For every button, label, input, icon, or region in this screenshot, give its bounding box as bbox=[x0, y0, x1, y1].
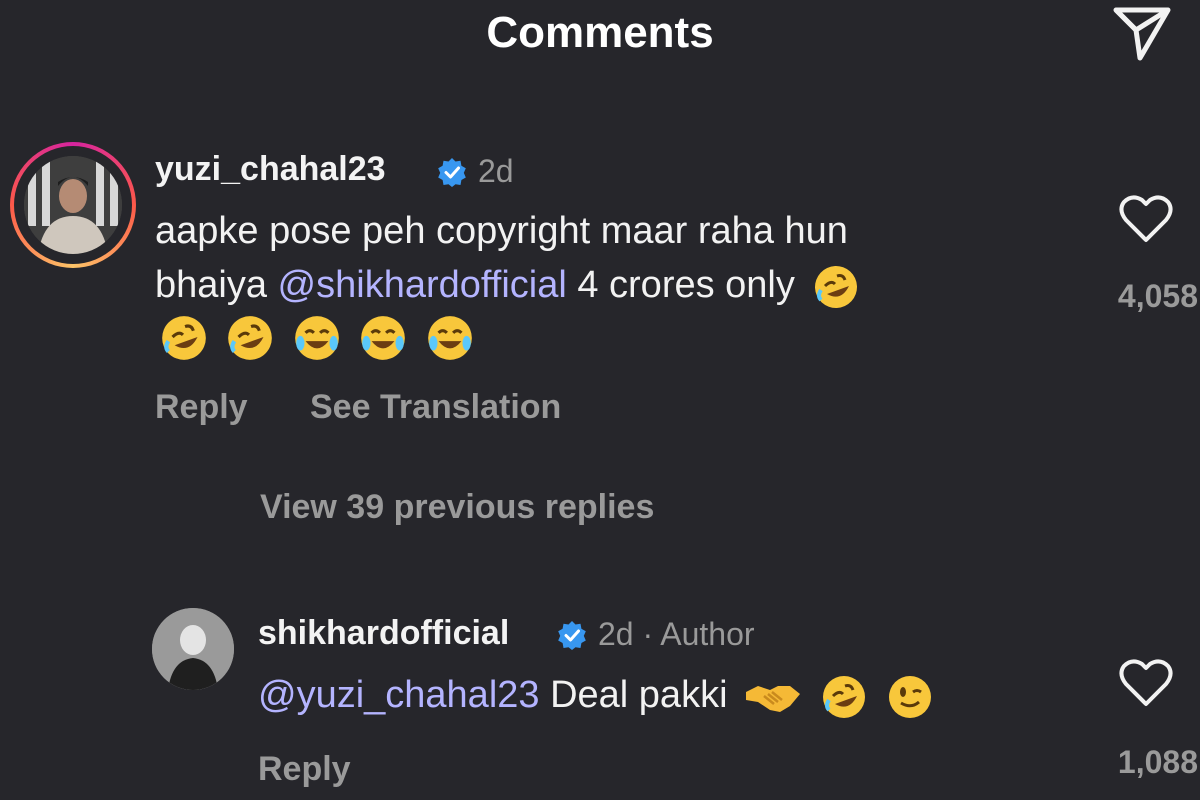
heart-icon[interactable] bbox=[1118, 658, 1174, 708]
heart-icon[interactable] bbox=[1118, 194, 1174, 244]
author-label: Author bbox=[660, 616, 755, 652]
see-translation-button[interactable]: See Translation bbox=[310, 388, 561, 427]
meta-separator: · bbox=[642, 616, 654, 652]
joy-emoji-icon bbox=[361, 316, 406, 360]
comment-text-line-1: aapke pose peh copyright maar raha hun bbox=[155, 210, 848, 252]
comment-text-line-2: bhaiya @shikhardofficial 4 crores only bbox=[155, 262, 861, 312]
mention-link[interactable]: @shikhardofficial bbox=[278, 264, 567, 306]
reply-time: 2d bbox=[598, 616, 634, 652]
rofl-emoji-icon bbox=[228, 316, 273, 360]
rofl-emoji-icon bbox=[162, 316, 206, 360]
page-title: Comments bbox=[486, 8, 714, 57]
reply-meta: 2d · Author bbox=[598, 616, 755, 653]
reply-text-body: Deal pakki bbox=[539, 674, 728, 717]
comment-username[interactable]: yuzi_chahal23 bbox=[155, 150, 386, 189]
like-count: 4,058 bbox=[1117, 278, 1198, 314]
comment-time: 2d bbox=[478, 153, 514, 189]
mention-link[interactable]: @yuzi_chahal23 bbox=[258, 674, 540, 716]
joy-emoji-icon bbox=[427, 316, 472, 360]
view-previous-replies-button[interactable]: View 39 previous replies bbox=[260, 488, 654, 527]
reply-text: @yuzi_chahal23 Deal pakki bbox=[258, 672, 935, 722]
comments-screen: Comments yuzi_chahal23 2d aapke pose peh… bbox=[0, 0, 1200, 800]
wink-emoji-icon bbox=[889, 676, 932, 718]
emoji-row bbox=[155, 312, 483, 364]
reply-username[interactable]: shikhardofficial bbox=[258, 614, 509, 653]
reply-button[interactable]: Reply bbox=[258, 750, 351, 789]
avatar[interactable] bbox=[152, 608, 234, 690]
verified-badge-icon bbox=[558, 621, 586, 650]
send-icon[interactable] bbox=[1110, 2, 1174, 64]
handshake-emoji-icon bbox=[746, 686, 801, 712]
rofl-emoji-icon bbox=[815, 266, 858, 308]
rofl-emoji-icon bbox=[822, 676, 865, 718]
comment-text: bhaiya bbox=[155, 264, 278, 307]
joy-emoji-icon bbox=[295, 316, 339, 360]
reply-button[interactable]: Reply bbox=[155, 388, 248, 427]
like-count: 1,088 bbox=[1117, 744, 1198, 780]
comment-text: 4 crores only bbox=[566, 264, 795, 307]
avatar[interactable] bbox=[24, 156, 122, 254]
verified-badge-icon bbox=[438, 158, 466, 187]
